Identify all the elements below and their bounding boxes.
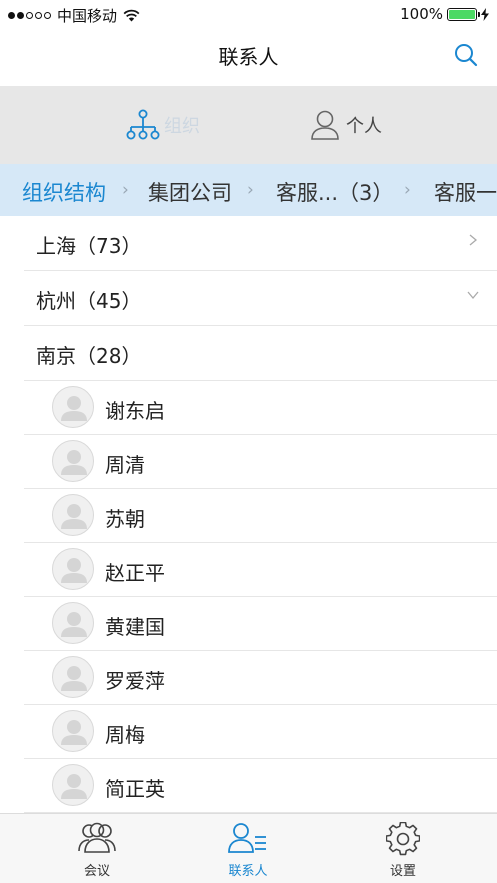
page-title: 联系人 [218, 45, 279, 69]
avatar [52, 494, 94, 536]
signal-strength-icon [8, 12, 51, 19]
group-label: 上海（73） [36, 234, 142, 258]
charging-icon [481, 7, 489, 21]
contact-list: 上海（73） 杭州（45） 南京（28） 谢东启周清苏朝赵正平黄建国罗爱萍周梅简… [0, 216, 497, 813]
contact-name: 黄建国 [105, 615, 165, 639]
contact-row[interactable]: 黄建国 [24, 597, 497, 651]
avatar [52, 764, 94, 806]
contacts-icon [228, 823, 266, 853]
contact-name: 罗爱萍 [105, 669, 165, 693]
avatar [52, 602, 94, 644]
contact-name: 赵正平 [105, 561, 165, 585]
contact-name: 简正英 [105, 777, 165, 801]
contact-row[interactable]: 谢东启 [24, 381, 497, 435]
tab-organization-label: 组织 [164, 116, 200, 137]
avatar [52, 386, 94, 428]
tab-organization[interactable]: 组织 [126, 86, 200, 164]
default-avatar-icon [61, 774, 87, 799]
chevron-right-icon: › [404, 180, 411, 200]
chevron-right-icon [469, 234, 478, 246]
group-label: 杭州（45） [36, 289, 142, 313]
contact-name: 周梅 [105, 723, 145, 747]
contact-row[interactable]: 周清 [24, 435, 497, 489]
breadcrumb-item[interactable]: 集团公司 [148, 177, 232, 207]
tab-personal[interactable]: 个人 [310, 86, 382, 164]
avatar [52, 710, 94, 752]
battery-icon [447, 7, 480, 21]
tab-contacts-label: 联系人 [228, 864, 268, 879]
tab-meeting[interactable]: 会议 [47, 822, 147, 879]
breadcrumb-item[interactable]: 组织结构 [22, 177, 106, 207]
default-avatar-icon [61, 396, 87, 421]
contact-row[interactable]: 周梅 [24, 705, 497, 759]
gear-icon [386, 822, 420, 856]
chevron-right-icon: › [247, 180, 254, 200]
chevron-down-icon [467, 291, 479, 300]
group-row-shanghai[interactable]: 上海（73） [24, 216, 497, 271]
nav-bar: 联系人 [0, 28, 497, 86]
breadcrumb-item[interactable]: 客服一 [434, 177, 497, 207]
contact-row[interactable]: 罗爱萍 [24, 651, 497, 705]
default-avatar-icon [61, 558, 87, 583]
contact-name: 苏朝 [105, 507, 145, 531]
tab-bar: 会议 联系人 设置 [0, 813, 497, 883]
tab-meeting-label: 会议 [83, 864, 110, 879]
carrier-name: 中国移动 [57, 7, 118, 25]
default-avatar-icon [61, 720, 87, 745]
search-icon[interactable] [453, 42, 479, 68]
avatar [52, 548, 94, 590]
contact-row[interactable]: 苏朝 [24, 489, 497, 543]
tab-settings-label: 设置 [389, 864, 416, 879]
tab-contacts[interactable]: 联系人 [198, 822, 298, 879]
contact-name: 谢东启 [105, 399, 165, 423]
default-avatar-icon [61, 450, 87, 475]
battery-percent: 100% [400, 5, 443, 23]
default-avatar-icon [61, 612, 87, 637]
tab-settings[interactable]: 设置 [353, 822, 453, 879]
contact-row[interactable]: 简正英 [24, 759, 497, 813]
group-row-nanjing[interactable]: 南京（28） [24, 326, 497, 381]
group-row-hangzhou[interactable]: 杭州（45） [24, 271, 497, 326]
avatar [52, 440, 94, 482]
view-segment: 组织 个人 [0, 86, 497, 164]
breadcrumb: 组织结构 › 集团公司 › 客服...（3） › 客服一 [0, 164, 497, 216]
wifi-icon [123, 9, 140, 22]
org-chart-icon [126, 109, 160, 140]
default-avatar-icon [61, 666, 87, 691]
chevron-right-icon: › [122, 180, 129, 200]
meeting-icon [78, 822, 116, 853]
contact-name: 周清 [105, 453, 145, 477]
status-bar: 中国移动 100% [0, 0, 497, 28]
avatar [52, 656, 94, 698]
breadcrumb-item[interactable]: 客服...（3） [276, 177, 393, 207]
group-label: 南京（28） [36, 344, 142, 368]
person-icon [311, 110, 339, 140]
default-avatar-icon [61, 504, 87, 529]
contact-row[interactable]: 赵正平 [24, 543, 497, 597]
tab-personal-label: 个人 [346, 116, 382, 137]
